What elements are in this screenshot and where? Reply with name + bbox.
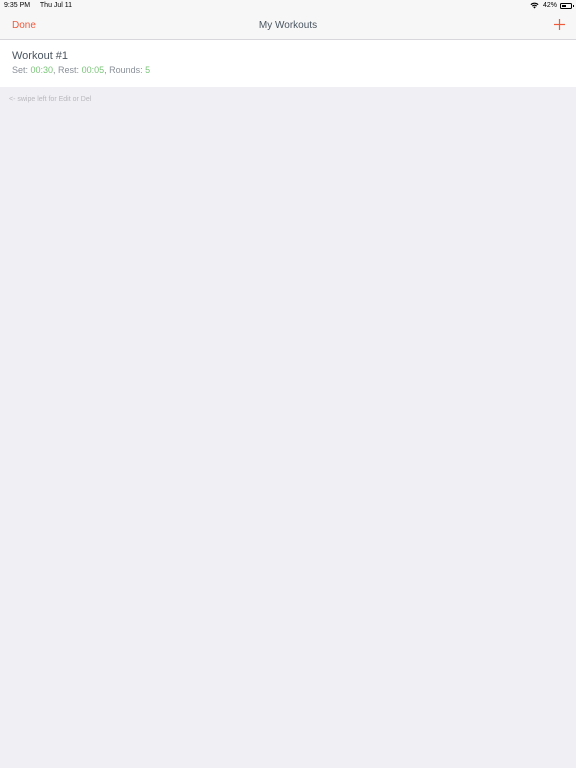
- workout-name: Workout #1: [12, 50, 69, 62]
- rounds-value: 5: [145, 65, 151, 75]
- rest-value: 00:05: [81, 65, 105, 75]
- workout-row[interactable]: Workout #1 Set: 00:30, Rest: 00:05, Roun…: [0, 40, 576, 87]
- wifi-icon: [530, 2, 539, 9]
- set-value: 00:30: [30, 65, 54, 75]
- status-left: 9:35 PM Thu Jul 11: [4, 2, 80, 9]
- workout-list: Workout #1 Set: 00:30, Rest: 00:05, Roun…: [0, 40, 576, 87]
- screen: 9:35 PM Thu Jul 11 42% Done My Workouts …: [0, 0, 576, 768]
- battery-percent: 42%: [542, 2, 557, 9]
- status-date: Thu Jul 11: [39, 2, 73, 9]
- battery-icon: [560, 2, 574, 9]
- set-label: Set:: [12, 65, 31, 75]
- page-title: My Workouts: [258, 20, 318, 31]
- battery-fill: [562, 4, 566, 7]
- nav-bar: Done My Workouts: [0, 12, 576, 40]
- plus-icon[interactable]: [553, 18, 566, 31]
- rest-label: , Rest:: [53, 65, 82, 75]
- swipe-hint: <- swipe left for Edit or Del: [9, 96, 92, 103]
- status-bar: 9:35 PM Thu Jul 11 42%: [0, 0, 576, 12]
- battery-tip: [572, 4, 574, 7]
- rounds-label: , Rounds:: [104, 65, 146, 75]
- status-time: 9:35 PM: [4, 2, 31, 9]
- status-right: 42%: [530, 2, 574, 9]
- workout-details: Set: 00:30, Rest: 00:05, Rounds: 5: [12, 65, 150, 75]
